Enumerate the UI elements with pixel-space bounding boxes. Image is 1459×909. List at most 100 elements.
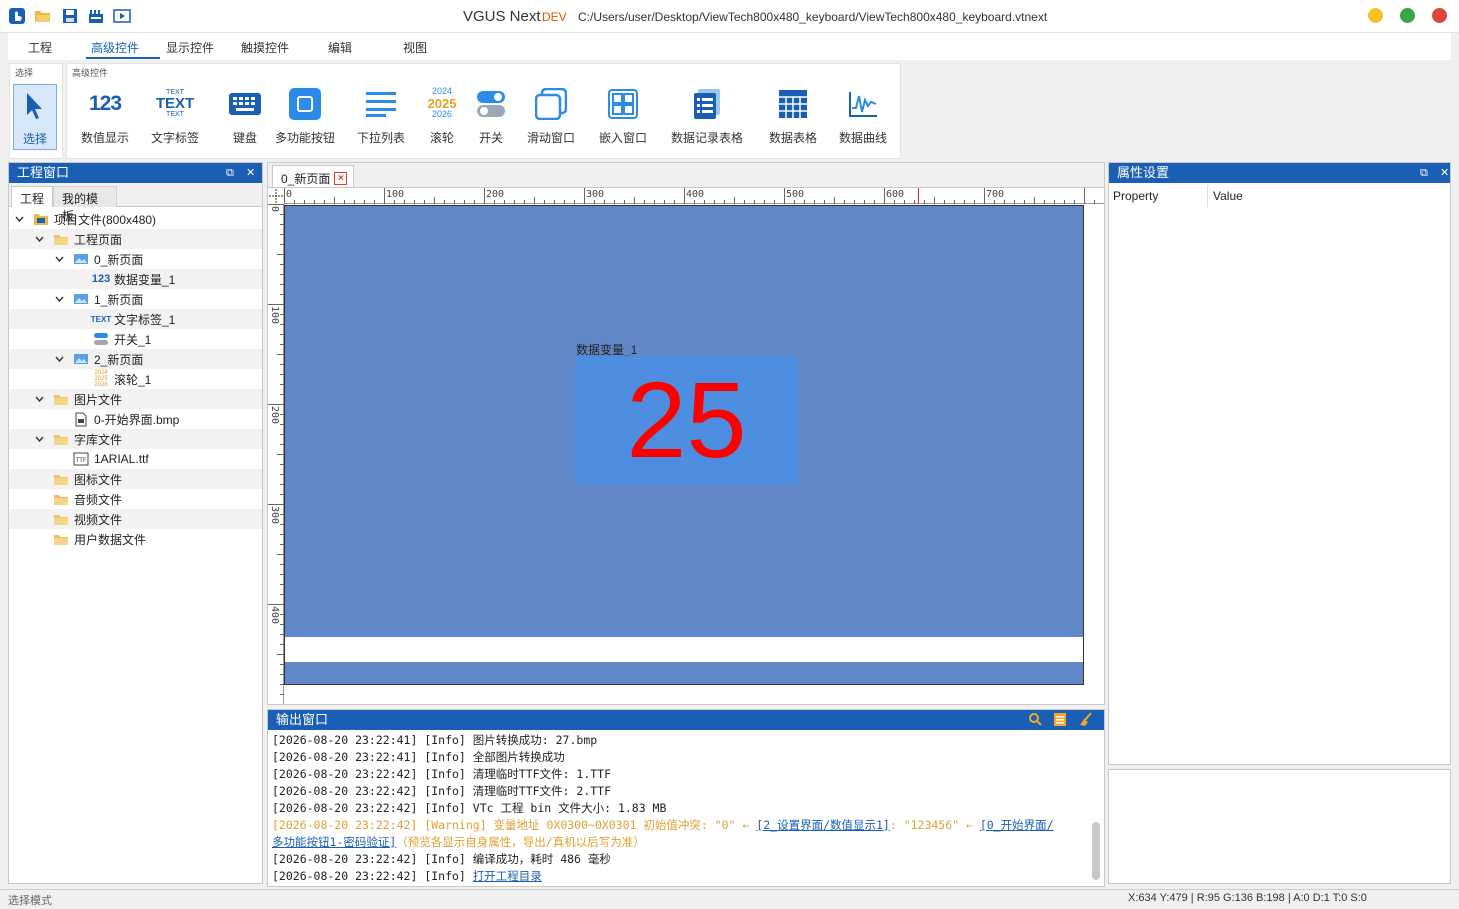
data-curve-tool[interactable]: 数据曲线: [835, 84, 891, 146]
warning-link-start[interactable]: [0_开始界面/: [980, 818, 1054, 832]
ruler-tick-label: 100: [269, 306, 280, 325]
open-project-dir-link[interactable]: 打开工程目录: [473, 869, 542, 882]
close-button[interactable]: [1432, 8, 1447, 23]
tree-item[interactable]: TEXT 文字标签_1: [9, 309, 262, 329]
close-tab-icon[interactable]: ×: [334, 171, 348, 185]
select-tool-button[interactable]: 选择: [13, 84, 57, 150]
dev-badge: DEV: [542, 10, 567, 24]
status-mode: 选择模式: [8, 895, 52, 907]
data-record-table-tool[interactable]: 数据记录表格: [665, 84, 749, 146]
advanced-group-label: 高级控件: [72, 68, 109, 78]
tab-touch-controls[interactable]: 触摸控件: [241, 39, 289, 56]
ruler-tick-label: 300: [269, 506, 280, 525]
log-line: [2026-08-20 23:22:42] [Info] 清理临时TTF文件: …: [272, 767, 612, 781]
tree-item[interactable]: 2024 2025 2026 滚轮_1: [9, 369, 262, 389]
sliding-window-tool[interactable]: 滑动窗口: [523, 84, 579, 146]
ruler-tick-label: 400: [269, 606, 280, 625]
tab-edit[interactable]: 编辑: [328, 39, 352, 56]
search-icon[interactable]: [1028, 712, 1042, 732]
tree-item[interactable]: 字库文件: [9, 429, 262, 449]
tree-item[interactable]: 开关_1: [9, 329, 262, 349]
preview-icon[interactable]: [112, 6, 132, 26]
data-table-tool[interactable]: 数据表格: [765, 84, 821, 146]
horizontal-ruler: 0 100 200 300 400 500 600 700: [284, 188, 1104, 204]
tab-project[interactable]: 工程: [28, 39, 52, 56]
warning-link-settings[interactable]: [2_设置界面/数值显示1]: [756, 818, 890, 832]
tree-item-label: 视频文件: [74, 512, 123, 527]
tab-my-templates[interactable]: 我的模板: [53, 186, 117, 223]
tree-item-label: 文字标签_1: [114, 312, 176, 327]
close-panel-icon[interactable]: ✕: [1440, 163, 1449, 183]
embed-window-tool[interactable]: 嵌入窗口: [595, 84, 651, 146]
roller-icon: 2024 2025 2026: [94, 370, 108, 388]
sliding-window-icon: [531, 84, 571, 123]
build-icon[interactable]: [86, 6, 106, 26]
warning-link-button[interactable]: 多功能按钮1-密码验证]: [272, 835, 396, 849]
tab-project-tree[interactable]: 工程: [11, 186, 54, 207]
expand-chevron-icon[interactable]: [33, 394, 45, 405]
tree-item[interactable]: 2_新页面: [9, 349, 262, 369]
number-123-icon: 123: [88, 91, 122, 115]
column-divider: [1207, 185, 1208, 207]
page-screen[interactable]: 数据变量_1 25: [284, 205, 1084, 685]
tree-item[interactable]: 视频文件: [9, 509, 262, 529]
ruler-tick-label: 100: [386, 189, 405, 200]
status-coordinates: X:634 Y:479 | R:95 G:136 B:198 | A:0 D:1…: [1128, 892, 1367, 904]
svg-text:TTF: TTF: [75, 457, 87, 464]
log-line: [2026-08-20 23:22:42] [Info] VTc 工程 bin …: [272, 801, 667, 815]
expand-chevron-icon[interactable]: [53, 354, 65, 365]
float-panel-icon[interactable]: ⧉: [1420, 163, 1428, 183]
output-scrollbar[interactable]: [1092, 822, 1100, 880]
dropdown-list-tool[interactable]: 下拉列表: [353, 84, 409, 146]
project-panel-title: 工程窗口: [17, 165, 70, 180]
tree-item[interactable]: 0_新页面: [9, 249, 262, 269]
close-panel-icon[interactable]: ✕: [246, 163, 255, 183]
output-panel-title: 输出窗口: [276, 712, 329, 727]
clipboard-icon[interactable]: [1053, 712, 1067, 733]
active-tab-indicator: [86, 57, 160, 59]
dropdown-list-icon: [361, 84, 401, 123]
expand-chevron-icon[interactable]: [53, 294, 65, 305]
roller-tool[interactable]: 2024 2025 2026 滚轮: [419, 84, 465, 146]
tree-item[interactable]: 项目文件(800x480): [9, 209, 262, 229]
tree-item[interactable]: 音频文件: [9, 489, 262, 509]
design-canvas[interactable]: 0 100 200 300 400 500 600 700 0 100 200 300 400 数据变…: [268, 187, 1104, 704]
project-panel: 工程窗口 ⧉ ✕ 工程 我的模板 项目文件(800x480) 工程页面 0_新页面 1…: [8, 162, 263, 884]
folder-icon: [53, 492, 69, 506]
text-label-tool[interactable]: TEXT TEXT TEXT 文字标签: [147, 84, 203, 146]
tree-item[interactable]: 0-开始界面.bmp: [9, 409, 262, 429]
tree-item[interactable]: 123 数据变量_1: [9, 269, 262, 289]
save-icon[interactable]: [60, 6, 80, 26]
keyboard-tool[interactable]: 键盘: [217, 84, 273, 146]
open-folder-icon[interactable]: [33, 6, 53, 26]
expand-chevron-icon[interactable]: [33, 434, 45, 445]
minimize-button[interactable]: [1368, 8, 1383, 23]
multifunction-button-tool[interactable]: 多功能按钮: [270, 84, 340, 146]
select-group-label: 选择: [15, 68, 34, 78]
document-tab[interactable]: 0_新页面 ×: [272, 165, 355, 187]
tab-display-controls[interactable]: 显示控件: [166, 39, 214, 56]
folder-icon: [53, 392, 69, 406]
warning-line: [2026-08-20 23:22:42] [Warning] 变量地址 0X0…: [272, 818, 1054, 832]
switch-tool[interactable]: 开关: [471, 84, 511, 146]
expand-chevron-icon[interactable]: [53, 254, 65, 265]
tab-advanced-controls[interactable]: 高级控件: [91, 39, 139, 56]
tree-item[interactable]: 图标文件: [9, 469, 262, 489]
tree-item[interactable]: 用户数据文件: [9, 529, 262, 549]
tree-item-label: 数据变量_1: [114, 272, 176, 287]
data-variable-widget[interactable]: 25: [575, 356, 798, 484]
tree-item[interactable]: 图片文件: [9, 389, 262, 409]
tab-view[interactable]: 视图: [403, 39, 427, 56]
tree-item[interactable]: 工程页面: [9, 229, 262, 249]
output-log: [2026-08-20 23:22:41] [Info] 图片转换成功: 27.…: [272, 732, 1090, 882]
expand-chevron-icon[interactable]: [13, 214, 25, 225]
expand-chevron-icon[interactable]: [33, 234, 45, 245]
float-panel-icon[interactable]: ⧉: [226, 163, 234, 183]
clear-broom-icon[interactable]: [1078, 712, 1093, 733]
advanced-controls-group: 高级控件 123 数值显示 TEXT TEXT TEXT 文字标签 键盘 多功能…: [66, 63, 901, 159]
tree-item-label: 滚轮_1: [114, 372, 152, 387]
number-display-tool[interactable]: 123 数值显示: [77, 84, 133, 146]
tree-item[interactable]: TTF 1ARIAL.ttf: [9, 449, 262, 469]
tree-item[interactable]: 1_新页面: [9, 289, 262, 309]
maximize-button[interactable]: [1400, 8, 1415, 23]
